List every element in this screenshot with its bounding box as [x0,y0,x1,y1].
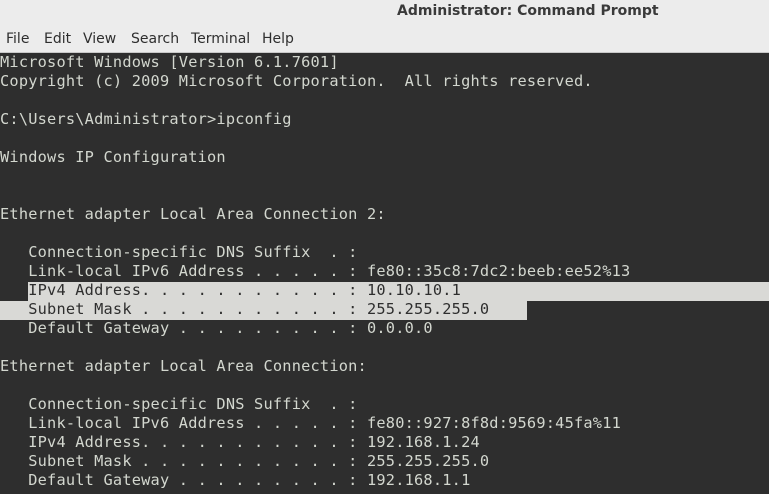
terminal-line: Default Gateway . . . . . . . . . : 192.… [0,471,471,489]
terminal-line: IPv4 Address. . . . . . . . . . . : 192.… [0,433,480,451]
terminal-line: Link-local IPv6 Address . . . . . : fe80… [0,262,631,280]
adapter-heading: Ethernet adapter Local Area Connection 2… [0,205,386,223]
terminal-line: Default Gateway . . . . . . . . . : 0.0.… [0,319,433,337]
terminal-line: Subnet Mask . . . . . . . . . . . : 255.… [0,452,490,470]
menu-terminal[interactable]: Terminal [191,31,250,47]
title-bar[interactable]: Administrator: Command Prompt [0,0,769,26]
terminal-line: Connection-specific DNS Suffix . : [0,395,358,413]
menu-file[interactable]: File [6,31,29,47]
terminal-line: Microsoft Windows [Version 6.1.7601] [0,53,339,71]
adapter-heading: Ethernet adapter Local Area Connection: [0,357,367,375]
selected-line: Subnet Mask . . . . . . . . . . . : 255.… [0,300,490,318]
menu-view[interactable]: View [83,31,116,47]
menu-help[interactable]: Help [262,31,294,47]
window-title: Administrator: Command Prompt [397,3,659,19]
terminal-window: Administrator: Command Prompt File Edit … [0,0,769,494]
terminal-line: Windows IP Configuration [0,148,226,166]
terminal-line: Link-local IPv6 Address . . . . . : fe80… [0,414,622,432]
menu-bar: File Edit View Search Terminal Help [0,26,769,53]
terminal-line: Connection-specific DNS Suffix . : [0,243,358,261]
menu-search[interactable]: Search [131,31,179,47]
selected-line: IPv4 Address. . . . . . . . . . . : 10.1… [0,281,462,299]
menu-edit[interactable]: Edit [44,31,71,47]
terminal-line: Copyright (c) 2009 Microsoft Corporation… [0,72,593,90]
command-prompt-line: C:\Users\Administrator>ipconfig [0,110,292,128]
terminal-output[interactable]: Microsoft Windows [Version 6.1.7601] Cop… [0,53,769,494]
